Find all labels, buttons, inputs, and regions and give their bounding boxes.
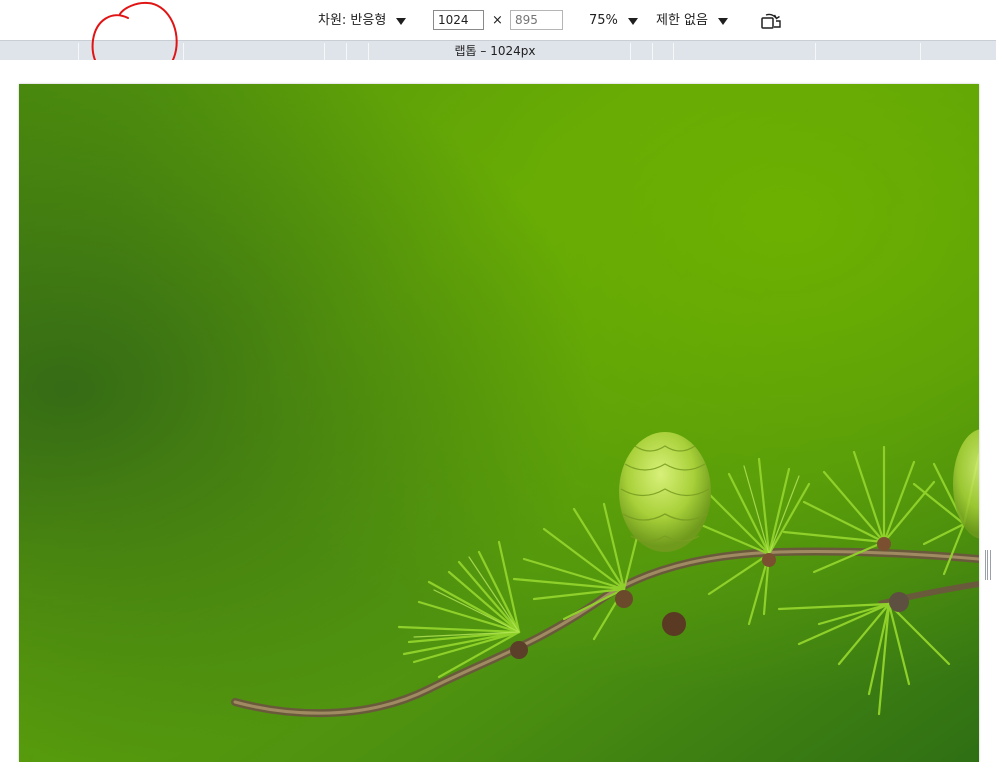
media-query-bar[interactable]: 랩톱 – 1024px xyxy=(0,40,996,61)
media-query-divider xyxy=(346,43,347,60)
larch-branch-image xyxy=(19,84,979,762)
chevron-down-icon xyxy=(717,18,728,25)
zoom-label: 75% xyxy=(589,13,618,28)
width-input[interactable] xyxy=(433,10,484,30)
media-query-divider xyxy=(652,43,653,60)
times-symbol: × xyxy=(492,13,503,28)
throttle-dropdown[interactable]: 제한 없음 xyxy=(656,11,728,31)
media-query-divider xyxy=(78,43,79,60)
rotate-device-icon[interactable] xyxy=(760,12,782,30)
device-toolbar: 차원: 반응형 × 75% 제한 없음 xyxy=(0,0,996,40)
viewport-resize-handle[interactable] xyxy=(985,550,991,580)
media-query-divider xyxy=(368,43,369,60)
media-query-divider xyxy=(920,43,921,60)
height-input[interactable] xyxy=(510,10,563,30)
dimensions-label: 차원: 반응형 xyxy=(318,13,387,28)
media-query-divider xyxy=(630,43,631,60)
media-query-divider xyxy=(673,43,674,60)
chevron-down-icon xyxy=(396,18,407,25)
media-query-label: 랩톱 – 1024px xyxy=(454,44,536,58)
media-query-divider xyxy=(324,43,325,60)
media-query-divider xyxy=(815,43,816,60)
dimensions-dropdown[interactable]: 차원: 반응형 xyxy=(318,11,407,31)
throttle-label: 제한 없음 xyxy=(656,13,708,28)
viewport-area xyxy=(0,60,996,762)
media-query-divider xyxy=(183,43,184,60)
emulated-viewport xyxy=(19,84,979,762)
chevron-down-icon xyxy=(627,18,638,25)
zoom-dropdown[interactable]: 75% xyxy=(589,11,638,31)
